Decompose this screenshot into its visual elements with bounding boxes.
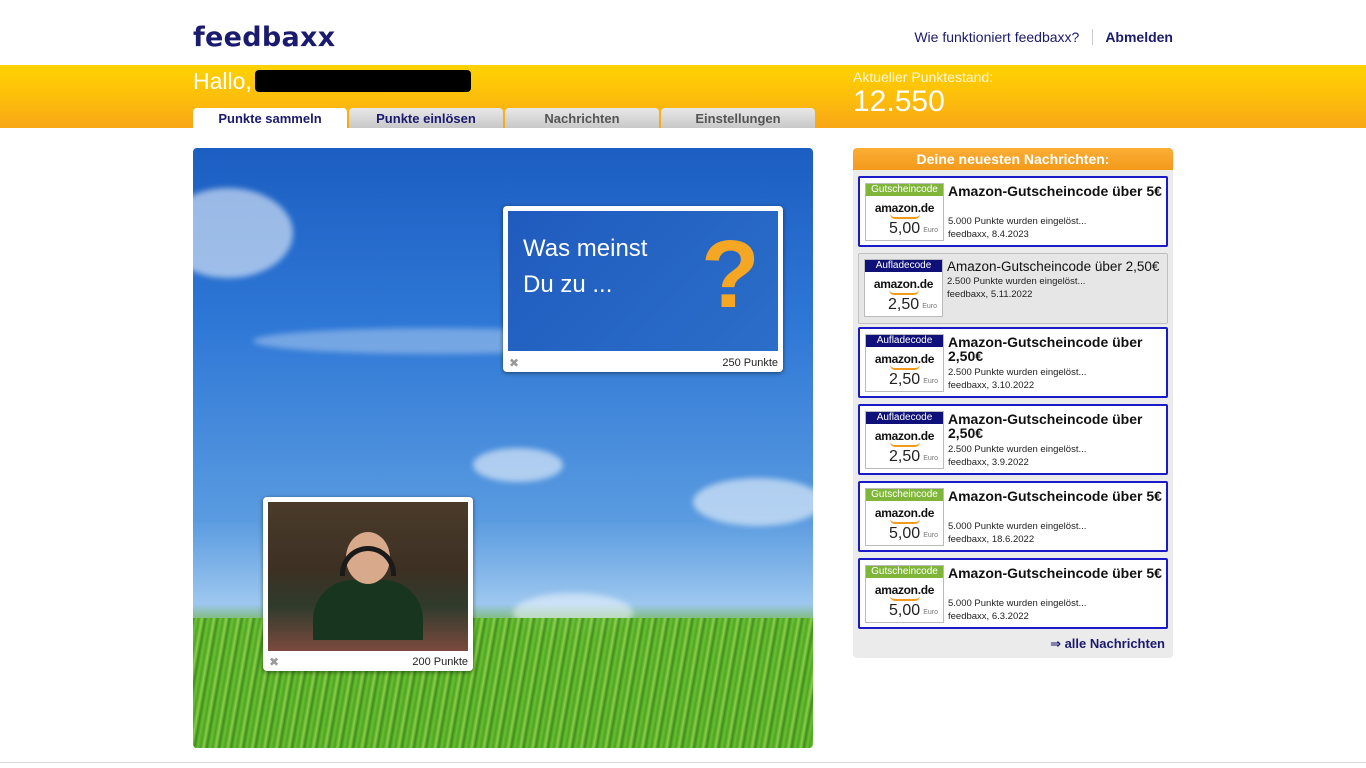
feedbaxx-logo[interactable]: feedbaxx [193, 22, 335, 53]
voucher-currency: Euro [923, 378, 938, 385]
voucher-currency: Euro [922, 303, 937, 310]
message-meta: feedbaxx, 5.11.2022 [947, 289, 1033, 300]
cloud [193, 188, 293, 278]
message-title: Amazon-Gutscheincode über 2,50€ [948, 411, 1143, 441]
amazon-logo: amazon.de [874, 201, 935, 215]
amazon-logo: amazon.de [874, 429, 935, 443]
voucher-currency: Euro [923, 227, 938, 234]
message-item[interactable]: Aufladecode amazon.de 2,50 Euro Amazon-G… [858, 253, 1168, 324]
message-title: Amazon-Gutscheincode über 2,50€ [947, 259, 1160, 274]
amazon-logo: amazon.de [874, 352, 935, 366]
close-icon[interactable]: ✖ [509, 356, 519, 370]
greeting: Hallo, [193, 68, 252, 94]
voucher-currency: Euro [923, 609, 938, 616]
message-snippet: 5.000 Punkte wurden eingelöst... [948, 216, 1087, 227]
voucher-amount: 5,00 [889, 602, 921, 619]
message-item[interactable]: Gutscheincode amazon.de 5,00 Euro Amazon… [858, 481, 1168, 552]
survey-card[interactable]: Was meinst Du zu ... ? ✖ 250 Punkte [503, 206, 783, 372]
voucher-tag: Aufladecode [866, 335, 943, 347]
message-item[interactable]: Aufladecode amazon.de 2,50 Euro Amazon-G… [858, 327, 1168, 398]
amazon-logo: amazon.de [874, 583, 935, 597]
voucher-tag: Gutscheincode [866, 566, 943, 578]
voucher-image: Gutscheincode amazon.de 5,00 Euro [865, 488, 944, 546]
survey-image[interactable]: Was meinst Du zu ... ? [508, 211, 778, 351]
message-item[interactable]: Aufladecode amazon.de 2,50 Euro Amazon-G… [858, 404, 1168, 475]
main-tabs: Punkte sammeln Punkte einlösen Nachricht… [193, 108, 817, 128]
message-title: Amazon-Gutscheincode über 5€ [948, 565, 1162, 581]
message-snippet: 2.500 Punkte wurden eingelöst... [947, 276, 1086, 287]
video-card[interactable]: ✖ 200 Punkte [263, 497, 473, 671]
voucher-tag: Aufladecode [865, 260, 942, 272]
message-title: Amazon-Gutscheincode über 5€ [948, 488, 1162, 504]
messages-panel-title: Deine neuesten Nachrichten: [853, 148, 1173, 170]
message-meta: feedbaxx, 8.4.2023 [948, 229, 1029, 240]
top-bar: feedbaxx Wie funktioniert feedbaxx? Abme… [0, 0, 1366, 65]
card-footer: ✖ 200 Punkte [263, 653, 473, 671]
close-icon[interactable]: ✖ [269, 655, 279, 669]
message-snippet: 2.500 Punkte wurden eingelöst... [948, 367, 1087, 378]
cloud [473, 448, 563, 482]
card-points: 200 Punkte [412, 656, 468, 668]
voucher-amount: 5,00 [889, 525, 921, 542]
points-balance: 12.550 [853, 85, 945, 118]
message-meta: feedbaxx, 6.3.2022 [948, 611, 1029, 622]
voucher-image: Aufladecode amazon.de 2,50 Euro [865, 334, 944, 392]
voucher-amount: 2,50 [889, 448, 921, 465]
top-links: Wie funktioniert feedbaxx? Abmelden [914, 29, 1173, 45]
voucher-image: Aufladecode amazon.de 2,50 Euro [864, 259, 943, 317]
message-meta: feedbaxx, 3.9.2022 [948, 457, 1029, 468]
how-it-works-link[interactable]: Wie funktioniert feedbaxx? [914, 29, 1094, 45]
voucher-amount: 5,00 [889, 220, 921, 237]
voucher-tag: Aufladecode [866, 412, 943, 424]
voucher-currency: Euro [923, 532, 938, 539]
tab-punkte-einloesen[interactable]: Punkte einlösen [349, 108, 503, 128]
survey-text-line1: Was meinst [523, 235, 648, 262]
redacted-username [255, 70, 471, 92]
tab-punkte-sammeln[interactable]: Punkte sammeln [193, 108, 347, 128]
message-item[interactable]: Gutscheincode amazon.de 5,00 Euro Amazon… [858, 176, 1168, 247]
voucher-image: Gutscheincode amazon.de 5,00 Euro [865, 183, 944, 241]
voucher-amount: 2,50 [888, 296, 920, 313]
video-thumbnail[interactable] [268, 502, 468, 651]
message-meta: feedbaxx, 18.6.2022 [948, 534, 1035, 545]
tab-nachrichten[interactable]: Nachrichten [505, 108, 659, 128]
voucher-tag: Gutscheincode [866, 184, 943, 196]
logout-link[interactable]: Abmelden [1093, 29, 1173, 45]
all-messages-link[interactable]: ⇒ alle Nachrichten [1050, 636, 1165, 652]
person-body [313, 580, 423, 640]
message-title: Amazon-Gutscheincode über 2,50€ [948, 334, 1143, 364]
amazon-logo: amazon.de [874, 506, 935, 520]
voucher-currency: Euro [923, 455, 938, 462]
survey-text: Was meinst Du zu ... [523, 231, 647, 303]
tab-einstellungen[interactable]: Einstellungen [661, 108, 815, 128]
footer-divider [0, 762, 1366, 763]
amazon-logo: amazon.de [873, 277, 934, 291]
message-item[interactable]: Gutscheincode amazon.de 5,00 Euro Amazon… [858, 558, 1168, 629]
sky-stage: Was meinst Du zu ... ? ✖ 250 Punkte ✖ 20… [193, 148, 813, 748]
points-label: Aktueller Punktestand: [853, 69, 994, 85]
survey-text-line2: Du zu ... [523, 271, 613, 298]
voucher-image: Gutscheincode amazon.de 5,00 Euro [865, 565, 944, 623]
message-title: Amazon-Gutscheincode über 5€ [948, 183, 1162, 199]
card-points: 250 Punkte [722, 357, 778, 369]
voucher-tag: Gutscheincode [866, 489, 943, 501]
card-footer: ✖ 250 Punkte [503, 354, 783, 372]
message-snippet: 5.000 Punkte wurden eingelöst... [948, 598, 1087, 609]
message-meta: feedbaxx, 3.10.2022 [948, 380, 1035, 391]
cloud [693, 478, 813, 526]
voucher-image: Aufladecode amazon.de 2,50 Euro [865, 411, 944, 469]
message-snippet: 2.500 Punkte wurden eingelöst... [948, 444, 1087, 455]
voucher-amount: 2,50 [889, 371, 921, 388]
question-mark-icon: ? [701, 221, 760, 328]
message-snippet: 5.000 Punkte wurden eingelöst... [948, 521, 1087, 532]
messages-panel: Deine neuesten Nachrichten: Gutscheincod… [853, 148, 1173, 658]
